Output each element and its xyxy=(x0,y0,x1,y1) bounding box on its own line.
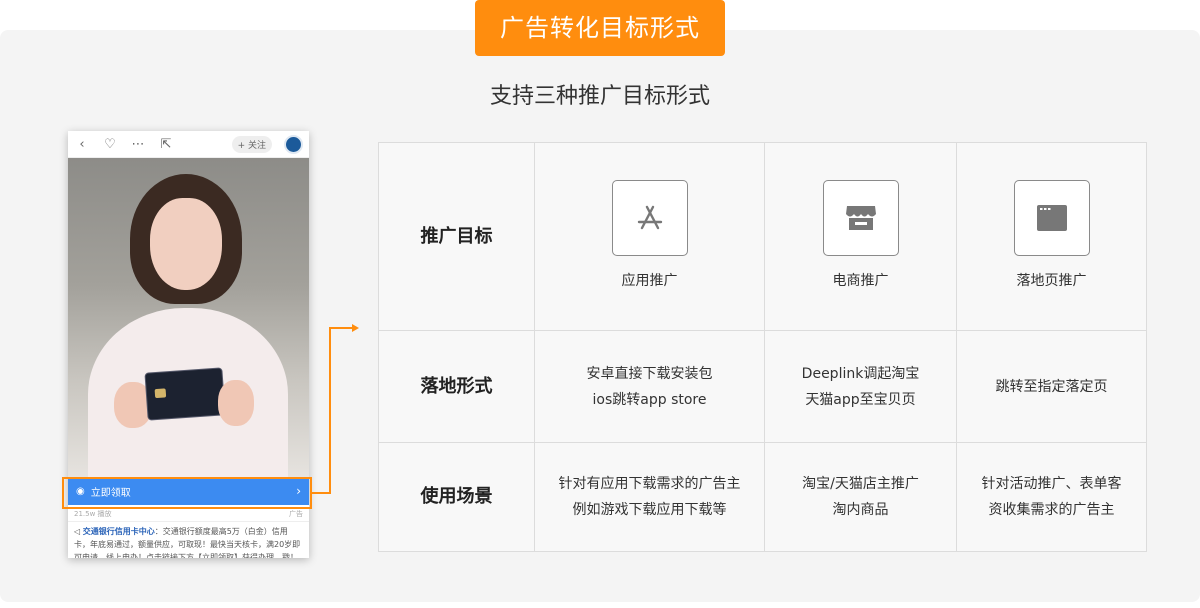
page-subtitle: 支持三种推广目标形式 xyxy=(489,84,710,109)
follow-button[interactable]: + 关注 xyxy=(231,135,272,153)
scenario-webpage-line-1: 针对活动推广、表单客 xyxy=(981,476,1122,492)
scenario-app-line-2: 例如游戏下载应用下载等 xyxy=(572,502,727,518)
goal-webpage-label: 落地页推广 xyxy=(1016,272,1087,289)
app-store-icon xyxy=(611,179,688,256)
view-count: 21.5w 播放 xyxy=(74,510,112,518)
phone-toolbar: ‹ ♡ ⋯ ⇱ + 关注 xyxy=(68,131,309,158)
connector-line-h2 xyxy=(329,327,353,329)
goal-webpage-cell: 落地页推广 xyxy=(957,143,1146,331)
landing-app-cell: 安卓直接下载安装包 ios跳转app store xyxy=(535,331,765,443)
webpage-icon xyxy=(1013,179,1090,256)
landing-webpage-cell: 跳转至指定落定页 xyxy=(957,331,1146,443)
scenario-shop-line-1: 淘宝/天猫店主推广 xyxy=(802,476,919,492)
landing-shop-cell: Deeplink调起淘宝 天猫app至宝贝页 xyxy=(765,331,957,443)
right-hand xyxy=(218,380,254,426)
heart-icon[interactable]: ♡ xyxy=(102,137,118,152)
goal-app-label: 应用推广 xyxy=(621,272,678,289)
video-frame[interactable] xyxy=(68,158,309,488)
landing-app-line-1: 安卓直接下载安装包 xyxy=(586,365,713,382)
scenario-app-line-1: 针对有应用下载需求的广告主 xyxy=(558,476,741,492)
avatar[interactable] xyxy=(284,134,303,154)
row-header-goal: 推广目标 xyxy=(379,143,535,331)
row-header-landing: 落地形式 xyxy=(379,331,535,443)
landing-app-line-2: ios跳转app store xyxy=(592,391,707,408)
landing-webpage-line-1: 跳转至指定落定页 xyxy=(995,378,1108,395)
scenario-shop-cell: 淘宝/天猫店主推广 淘内商品 xyxy=(765,443,957,551)
credit-card-image xyxy=(144,367,226,421)
cta-highlight-box xyxy=(62,477,312,509)
goal-app-cell: 应用推广 xyxy=(535,143,765,331)
scenario-webpage-line-2: 资收集需求的广告主 xyxy=(988,502,1115,518)
scenario-shop-line-2: 淘内商品 xyxy=(832,502,889,518)
goal-shop-label: 电商推广 xyxy=(832,272,889,289)
share-icon[interactable]: ⇱ xyxy=(158,137,174,152)
goal-shop-cell: 电商推广 xyxy=(765,143,957,331)
landing-shop-line-1: Deeplink调起淘宝 xyxy=(801,365,920,382)
conversion-goal-table: 推广目标 应用推广 电商推广 落地页推广 落地形式 安卓直接下载安装包 ios跳… xyxy=(378,142,1147,552)
scenario-webpage-cell: 针对活动推广、表单客 资收集需求的广告主 xyxy=(957,443,1146,551)
ad-description: ◁ 交通银行信用卡中心：交通银行额度最高5万（白金）信用卡，年底易通过，额量供应… xyxy=(68,523,309,558)
back-icon[interactable]: ‹ xyxy=(74,137,90,152)
connector-arrow-icon xyxy=(352,324,359,332)
row-header-scenario: 使用场景 xyxy=(379,443,535,551)
page-title-badge: 广告转化目标形式 xyxy=(475,0,725,56)
shop-icon xyxy=(822,179,899,256)
video-meta-row: 21.5w 播放 广告 xyxy=(68,507,309,522)
advertiser-name[interactable]: 交通银行信用卡中心 xyxy=(83,527,155,536)
ad-tag: 广告 xyxy=(289,510,303,518)
scenario-app-cell: 针对有应用下载需求的广告主 例如游戏下载应用下载等 xyxy=(535,443,765,551)
card-chip xyxy=(154,388,167,399)
speaker-icon: ◁ xyxy=(74,527,83,536)
comment-icon[interactable]: ⋯ xyxy=(130,137,146,152)
landing-shop-line-2: 天猫app至宝贝页 xyxy=(805,391,916,408)
connector-line-v xyxy=(329,328,331,494)
person-face xyxy=(150,198,222,290)
